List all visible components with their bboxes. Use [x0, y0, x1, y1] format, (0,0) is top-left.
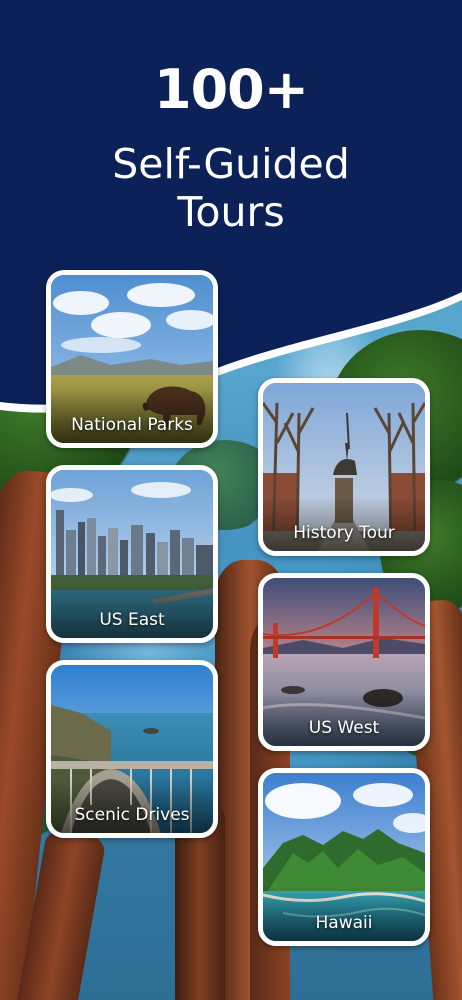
tour-card-history-tour[interactable]: History Tour	[258, 378, 430, 556]
tour-card-us-east[interactable]: US East	[46, 465, 218, 643]
tour-card-label: History Tour	[293, 523, 395, 543]
tour-card-label: US West	[308, 718, 380, 738]
tour-card-label: Scenic Drives	[74, 805, 190, 825]
tour-card-label: Hawaii	[315, 913, 373, 933]
tour-card-us-west[interactable]: US West	[258, 573, 430, 751]
tour-card-label: National Parks	[71, 415, 193, 435]
tour-card-hawaii[interactable]: Hawaii	[258, 768, 430, 946]
headline-line-1: Self-Guided	[112, 140, 350, 188]
headline-line-2: Tours	[177, 188, 285, 236]
tour-card-national-parks[interactable]: National Parks	[46, 270, 218, 448]
tour-card-scenic-drives[interactable]: Scenic Drives	[46, 660, 218, 838]
tour-count-heading: 100+	[154, 58, 309, 121]
tour-card-label: US East	[99, 610, 165, 630]
